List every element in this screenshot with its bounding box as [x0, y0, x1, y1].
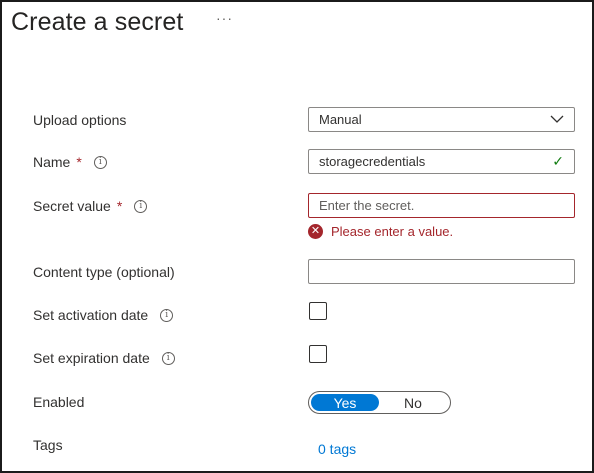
content-type-label: Content type (optional)	[33, 264, 175, 280]
enabled-yes-option[interactable]: Yes	[311, 394, 379, 411]
error-icon: ✕	[308, 224, 323, 239]
name-input[interactable]	[319, 154, 553, 169]
tags-link[interactable]: 0 tags	[318, 441, 356, 457]
chevron-down-icon	[550, 115, 564, 123]
info-icon[interactable]: i	[161, 351, 175, 365]
create-secret-panel: Create a secret ··· Upload options Manua…	[0, 0, 594, 473]
name-label: Name * i	[33, 154, 107, 170]
upload-options-label-text: Upload options	[33, 112, 127, 128]
error-message: Please enter a value.	[331, 224, 454, 239]
expiration-date-label: Set expiration date i	[33, 350, 175, 366]
secret-value-label: Secret value * i	[33, 198, 148, 214]
secret-value-label-text: Secret value	[33, 198, 111, 214]
enabled-label-text: Enabled	[33, 394, 85, 410]
content-type-label-text: Content type (optional)	[33, 264, 175, 280]
activation-date-label: Set activation date i	[33, 307, 174, 323]
expiration-date-label-text: Set expiration date	[33, 350, 150, 366]
enabled-toggle[interactable]: Yes No	[308, 391, 451, 414]
info-icon[interactable]: i	[160, 308, 174, 322]
info-icon[interactable]: i	[134, 199, 148, 213]
enabled-label: Enabled	[33, 394, 84, 410]
expiration-date-checkbox[interactable]	[309, 345, 327, 363]
content-type-field[interactable]	[308, 259, 575, 284]
info-icon[interactable]: i	[93, 155, 107, 169]
tags-label-text: Tags	[33, 437, 63, 453]
secret-value-field[interactable]	[308, 193, 575, 218]
tags-label: Tags	[33, 437, 63, 453]
secret-value-error: ✕ Please enter a value.	[308, 224, 453, 239]
upload-options-dropdown[interactable]: Manual	[308, 107, 575, 132]
secret-value-input[interactable]	[319, 198, 564, 213]
name-label-text: Name	[33, 154, 71, 170]
required-asterisk: *	[116, 198, 123, 214]
name-field[interactable]: ✓	[308, 149, 575, 174]
activation-date-checkbox[interactable]	[309, 302, 327, 320]
more-options-button[interactable]: ···	[216, 10, 233, 26]
checkmark-icon: ✓	[552, 153, 564, 169]
activation-date-label-text: Set activation date	[33, 307, 149, 323]
upload-options-value: Manual	[319, 112, 362, 127]
upload-options-label: Upload options	[33, 112, 126, 128]
page-title: Create a secret	[11, 8, 184, 36]
enabled-no-option[interactable]: No	[379, 394, 447, 411]
required-asterisk: *	[76, 154, 82, 170]
content-type-input[interactable]	[319, 264, 564, 279]
